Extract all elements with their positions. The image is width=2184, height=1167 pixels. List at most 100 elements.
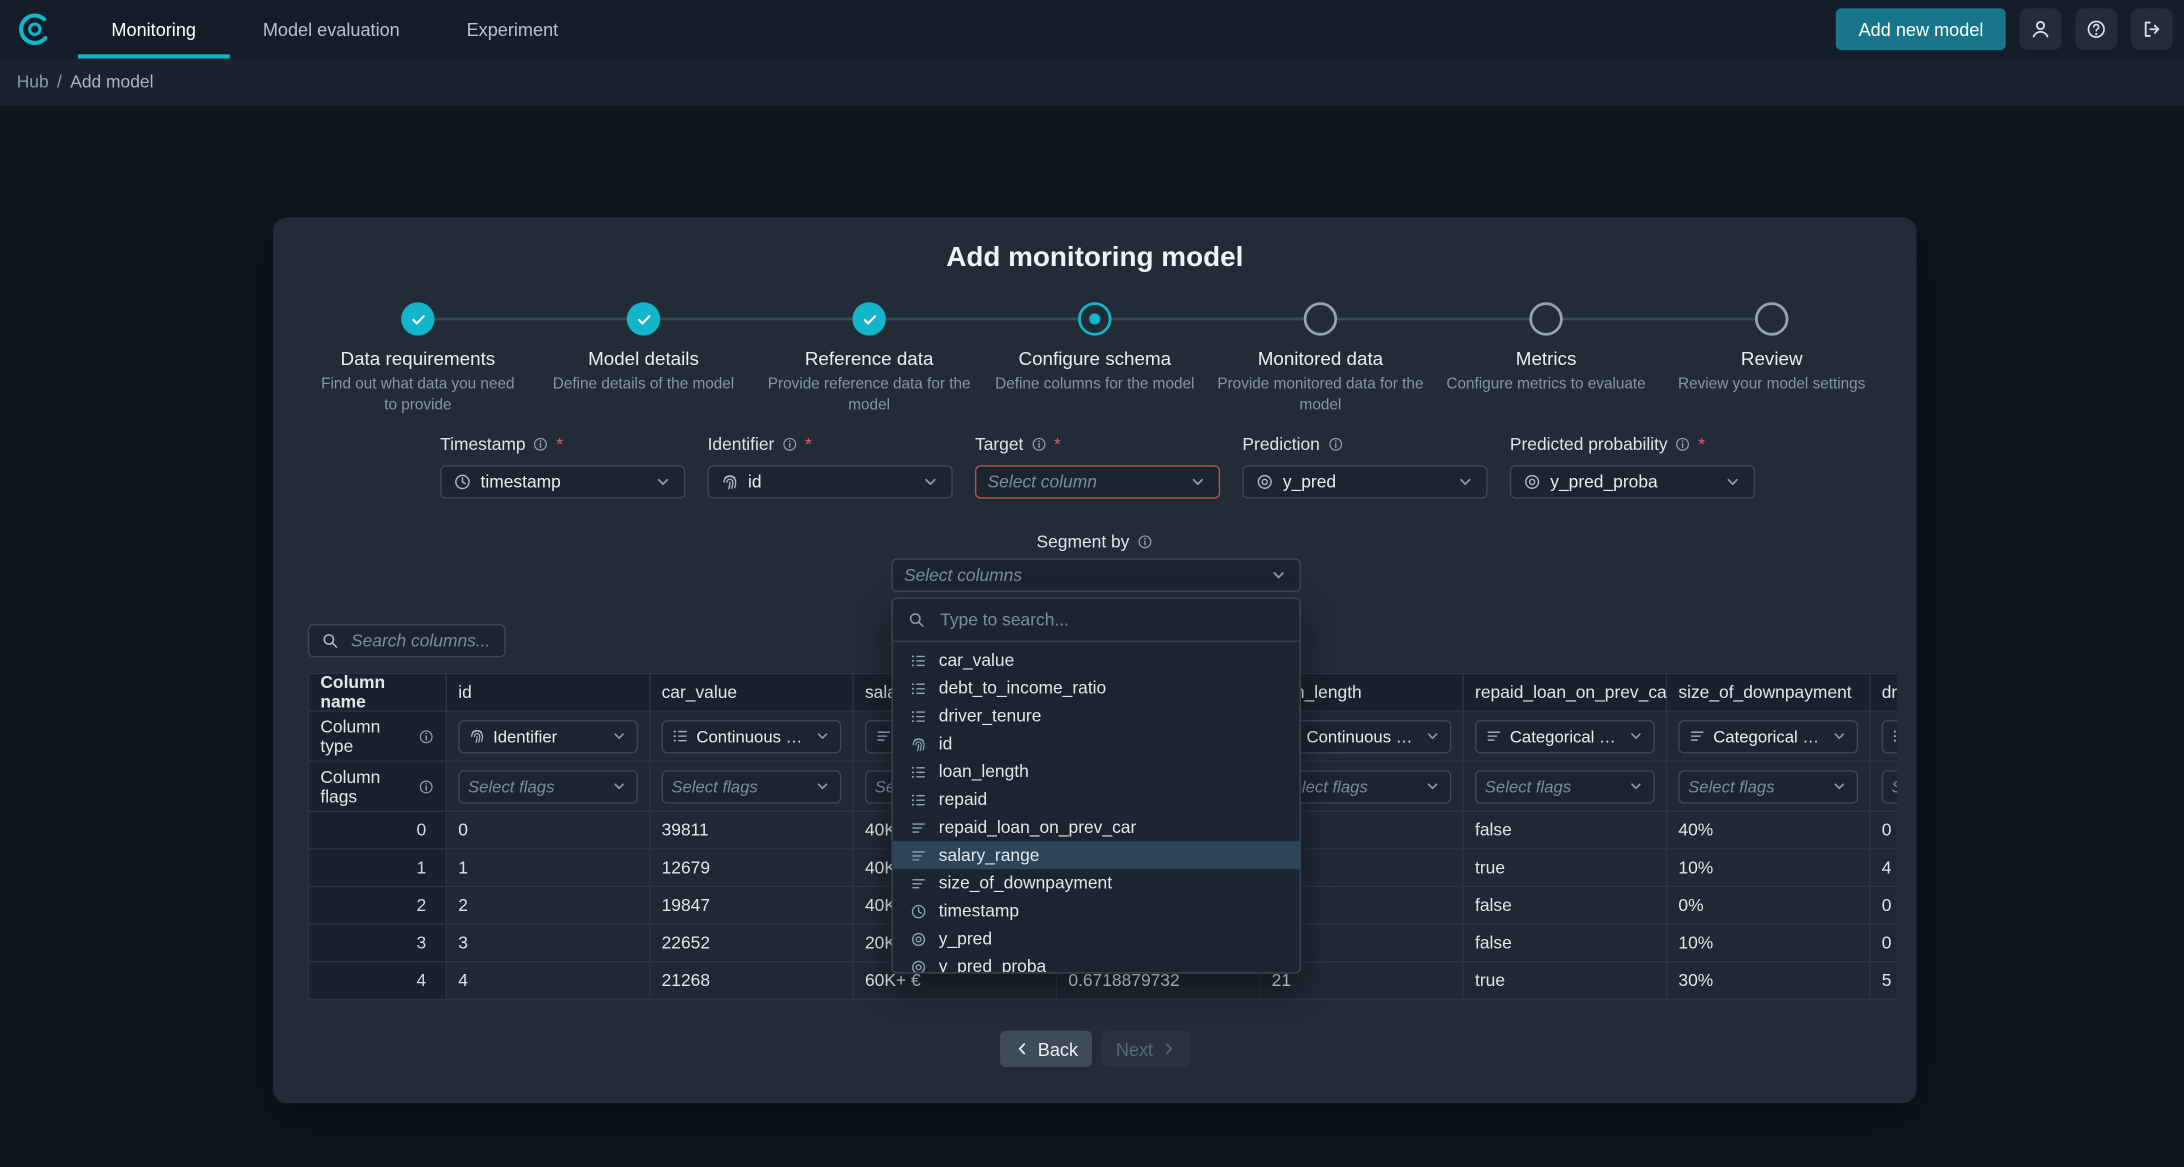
step-circle-done[interactable]	[852, 302, 885, 335]
target-icon	[910, 958, 928, 973]
field-label: Prediction	[1242, 435, 1319, 455]
column-type-select[interactable]: Continuous feature	[1882, 719, 1897, 752]
back-button[interactable]: Back	[1000, 1031, 1092, 1067]
numeric-feature-icon	[910, 790, 928, 808]
column-type-select[interactable]: Continuous feature	[662, 719, 842, 752]
help-icon	[2085, 18, 2107, 40]
option-driver-tenure[interactable]: driver_tenure	[893, 702, 1300, 730]
info-icon[interactable]	[1030, 436, 1047, 453]
column-flags-select[interactable]: Select flags	[1475, 770, 1655, 803]
top-navigation-bar: Monitoring Model evaluation Experiment A…	[0, 0, 2184, 58]
option-size-of-downpayment[interactable]: size_of_downpayment	[893, 869, 1300, 897]
breadcrumb-hub-link[interactable]: Hub	[17, 72, 49, 92]
prediction-select[interactable]: y_pred	[1242, 465, 1487, 498]
option-repaid-loan-on-prev-car[interactable]: repaid_loan_on_prev_car	[893, 813, 1300, 841]
segment-by-dropdown: car_value debt_to_income_ratio driver_te…	[891, 598, 1300, 974]
segment-by-select[interactable]: Select columns	[891, 559, 1300, 592]
info-icon[interactable]	[781, 436, 798, 453]
identifier-select[interactable]: id	[708, 465, 953, 498]
nav-monitoring[interactable]: Monitoring	[78, 0, 229, 58]
required-asterisk: *	[805, 435, 812, 455]
chevron-down-icon	[813, 727, 831, 745]
chevron-down-icon	[610, 727, 628, 745]
search-columns-input[interactable]	[348, 630, 493, 652]
info-icon[interactable]	[418, 728, 435, 745]
column-flags-select[interactable]: Select flags	[1882, 770, 1897, 803]
chevron-left-icon	[1014, 1040, 1031, 1057]
column-flags-label: Column flags	[308, 762, 447, 812]
page-title: Add monitoring model	[273, 242, 1917, 274]
column-flags-select[interactable]: Select flags	[1678, 770, 1858, 803]
field-label: Segment by	[1036, 532, 1129, 552]
add-new-model-button[interactable]: Add new model	[1836, 8, 2005, 50]
field-label-row: Identifier *	[708, 433, 953, 455]
select-placeholder: Select column	[988, 472, 1097, 492]
chevron-down-icon	[813, 777, 831, 795]
wizard-stepper: Data requirements Find out what data you…	[305, 302, 1885, 416]
help-button[interactable]	[2075, 8, 2117, 50]
info-icon[interactable]	[1675, 436, 1692, 453]
option-y-pred[interactable]: y_pred	[893, 925, 1300, 953]
chevron-down-icon	[1830, 727, 1848, 745]
option-salary-range[interactable]: salary_range	[893, 841, 1300, 869]
nav-experiment[interactable]: Experiment	[433, 0, 591, 58]
user-account-button[interactable]	[2020, 8, 2062, 50]
step-circle-todo[interactable]	[1529, 302, 1562, 335]
column-type-select[interactable]: Categorical feature	[1475, 719, 1655, 752]
option-loan-length[interactable]: loan_length	[893, 758, 1300, 786]
required-asterisk: *	[556, 435, 563, 455]
categorical-feature-icon	[1485, 727, 1503, 745]
clock-icon	[910, 902, 928, 920]
next-button[interactable]: Next	[1102, 1031, 1191, 1067]
step-circle-todo[interactable]	[1755, 302, 1788, 335]
step-circle-done[interactable]	[401, 302, 434, 335]
breadcrumb: Hub / Add model	[0, 58, 2184, 105]
column-flags-select[interactable]: Select flags	[662, 770, 842, 803]
chevron-down-icon	[1188, 472, 1208, 492]
step-circle-todo[interactable]	[1304, 302, 1337, 335]
timestamp-select[interactable]: timestamp	[440, 465, 685, 498]
target-icon	[910, 930, 928, 948]
app-logo[interactable]	[0, 0, 78, 58]
chevron-down-icon	[1456, 472, 1476, 492]
info-icon[interactable]	[533, 436, 550, 453]
search-icon	[907, 610, 927, 630]
chevron-down-icon	[1627, 777, 1645, 795]
column-type-select[interactable]: Categorical feature	[1678, 719, 1858, 752]
info-icon[interactable]	[1327, 436, 1344, 453]
option-y-pred-proba[interactable]: y_pred_proba	[893, 953, 1300, 973]
step-circle-active[interactable]	[1078, 302, 1111, 335]
nav-model-evaluation[interactable]: Model evaluation	[229, 0, 433, 58]
option-car-value[interactable]: car_value	[893, 646, 1300, 674]
step-circle-done[interactable]	[627, 302, 660, 335]
check-icon	[409, 310, 427, 328]
step-label: Data requirements	[341, 348, 496, 369]
chevron-down-icon	[1423, 777, 1441, 795]
logout-button[interactable]	[2131, 8, 2173, 50]
main-nav: Monitoring Model evaluation Experiment	[78, 0, 592, 58]
option-repaid[interactable]: repaid	[893, 786, 1300, 814]
user-icon	[2029, 18, 2051, 40]
numeric-feature-icon	[910, 707, 928, 725]
check-icon	[860, 310, 878, 328]
step-review: Review Review your model settings	[1659, 302, 1885, 416]
step-model-details: Model details Define details of the mode…	[531, 302, 757, 416]
selected-value: timestamp	[481, 472, 561, 492]
predicted-probability-select[interactable]: y_pred_proba	[1510, 465, 1755, 498]
option-debt-to-income-ratio[interactable]: debt_to_income_ratio	[893, 674, 1300, 702]
info-icon[interactable]	[418, 778, 435, 795]
target-select[interactable]: Select column	[975, 465, 1220, 498]
option-timestamp[interactable]: timestamp	[893, 897, 1300, 925]
topbar-actions: Add new model	[1836, 0, 2184, 58]
dropdown-search-input[interactable]	[937, 609, 1285, 631]
step-label: Configure schema	[1018, 348, 1171, 369]
dropdown-search-row	[893, 599, 1300, 642]
breadcrumb-current: Add model	[70, 72, 153, 92]
field-label-row: Predicted probability *	[1510, 433, 1755, 455]
column-flags-select[interactable]: Select flags	[458, 770, 638, 803]
column-type-select[interactable]: Identifier	[458, 719, 638, 752]
info-icon[interactable]	[1136, 533, 1153, 550]
option-id[interactable]: id	[893, 730, 1300, 758]
chevron-right-icon	[1160, 1040, 1177, 1057]
step-reference-data: Reference data Provide reference data fo…	[756, 302, 982, 416]
